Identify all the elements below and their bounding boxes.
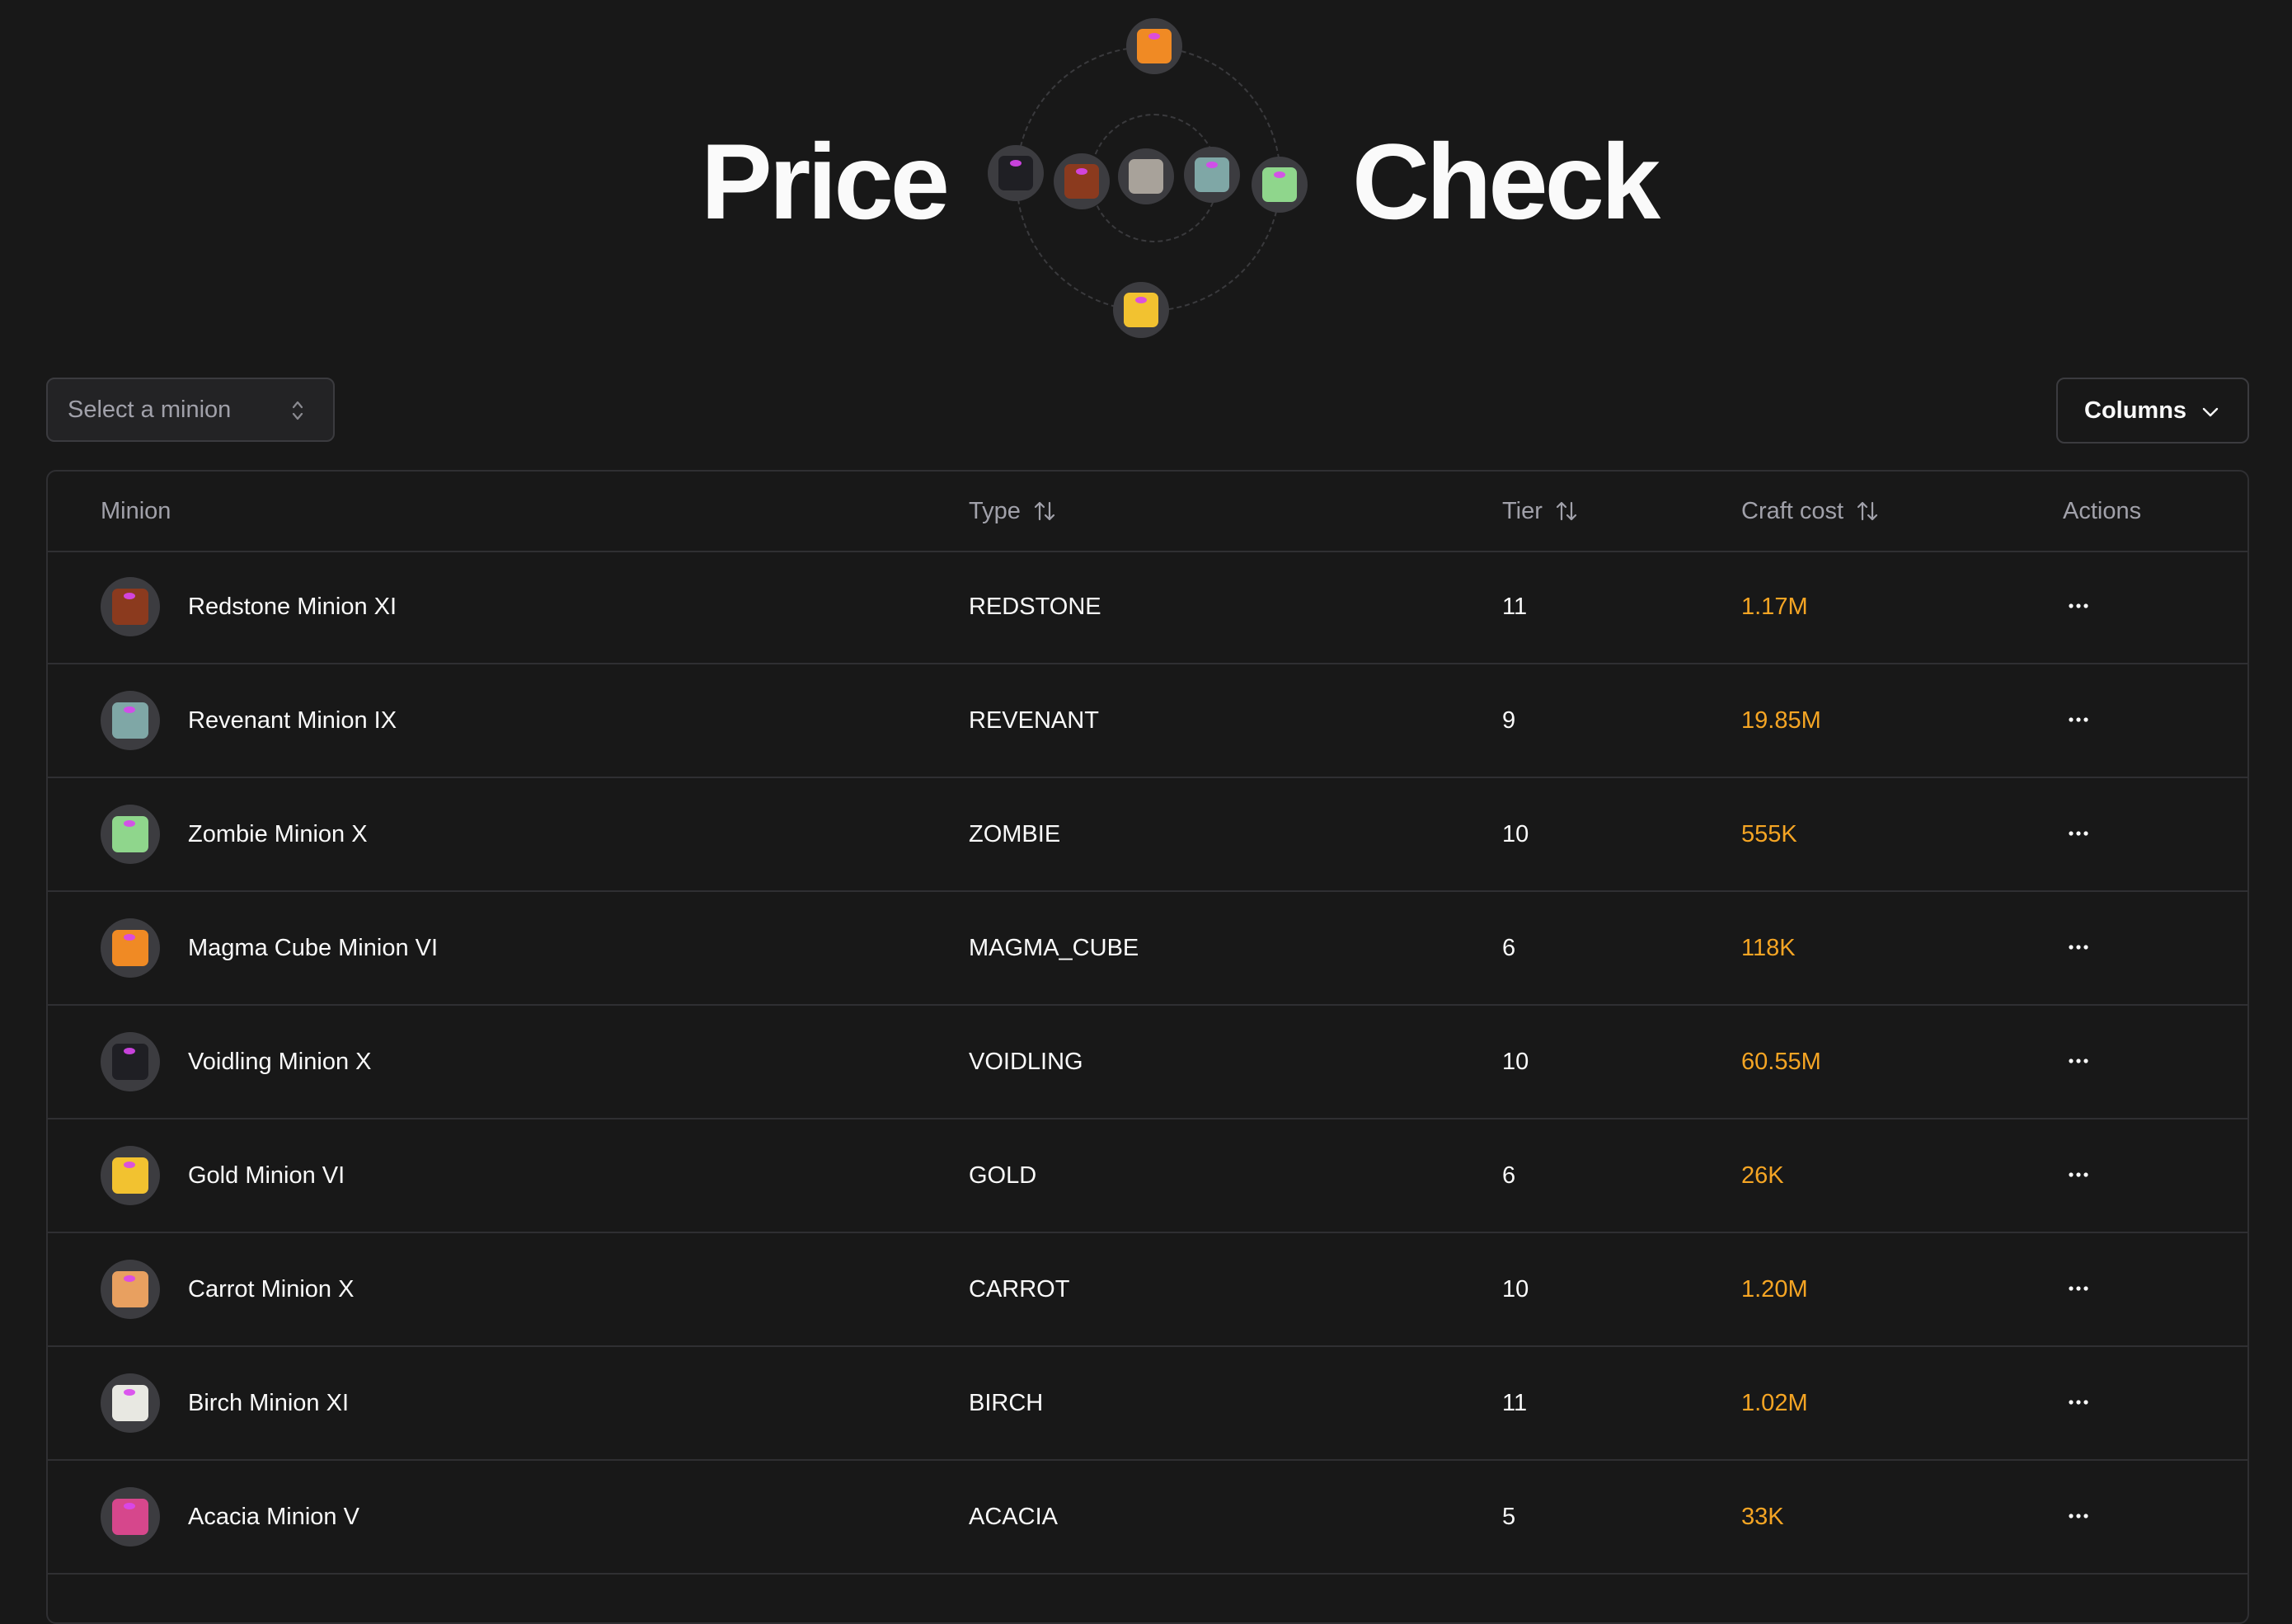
table-row[interactable]: Voidling Minion X VOIDLING 10 60.55M <box>48 1006 2247 1119</box>
hero-header: Price Check <box>0 0 2292 354</box>
minion-select[interactable]: Select a minion <box>46 378 335 442</box>
table-row[interactable]: Birch Minion XI BIRCH 11 1.02M <box>48 1347 2247 1461</box>
carrot-minion-icon <box>101 1260 160 1319</box>
craft-cost: 19.85M <box>1741 706 1821 734</box>
column-header-minion: Minion <box>101 472 171 551</box>
chevron-down-icon <box>2202 407 2219 417</box>
table-header: Minion Type Tier Craft cost Actions <box>48 472 2247 552</box>
table-row[interactable]: Carrot Minion X CARROT 10 1.20M <box>48 1233 2247 1347</box>
column-header-minion-label: Minion <box>101 497 171 524</box>
acacia-minion-icon <box>101 1487 160 1547</box>
minion-name: Revenant Minion IX <box>188 706 397 734</box>
magma-cube-minion-icon <box>101 918 160 978</box>
minion-tier: 10 <box>1502 820 1529 847</box>
minion-tier: 11 <box>1502 593 1528 620</box>
sort-icon[interactable] <box>1855 499 1880 523</box>
table-row[interactable]: Revenant Minion IX REVENANT 9 19.85M <box>48 664 2247 778</box>
table-row[interactable]: Gold Minion VI GOLD 6 26K <box>48 1119 2247 1233</box>
minion-tier: 10 <box>1502 1275 1529 1302</box>
minion-type: VOIDLING <box>969 1048 1083 1075</box>
minion-name: Acacia Minion V <box>188 1503 359 1530</box>
more-actions-icon[interactable] <box>2068 711 2089 729</box>
zombie-minion-icon <box>101 805 160 864</box>
minion-name: Carrot Minion X <box>188 1275 355 1302</box>
chevrons-up-down-icon <box>292 401 303 420</box>
minion-tier: 6 <box>1502 934 1516 961</box>
minion-name: Voidling Minion X <box>188 1048 372 1075</box>
minion-table: Minion Type Tier Craft cost Actions Reds… <box>46 470 2249 1624</box>
more-actions-icon[interactable] <box>2068 597 2089 615</box>
hero-title-check: Check <box>1352 121 1660 242</box>
more-actions-icon[interactable] <box>2068 938 2089 956</box>
minion-name: Magma Cube Minion VI <box>188 934 439 961</box>
minion-name: Redstone Minion XI <box>188 593 397 620</box>
minion-type: REVENANT <box>969 706 1099 734</box>
more-actions-icon[interactable] <box>2068 824 2089 843</box>
column-header-type-label: Type <box>969 497 1021 524</box>
minion-select-placeholder: Select a minion <box>68 396 232 423</box>
table-row[interactable]: Acacia Minion V ACACIA 5 33K <box>48 1461 2247 1575</box>
voidling-minion-icon <box>101 1032 160 1091</box>
craft-cost: 26K <box>1741 1162 1784 1189</box>
table-row[interactable]: Magma Cube Minion VI MAGMA_CUBE 6 118K <box>48 892 2247 1006</box>
column-header-actions: Actions <box>2063 472 2141 551</box>
minion-name: Birch Minion XI <box>188 1389 350 1416</box>
minion-name: Zombie Minion X <box>188 820 368 847</box>
minion-tier: 6 <box>1502 1162 1516 1189</box>
craft-cost: 1.20M <box>1741 1275 1808 1302</box>
more-actions-icon[interactable] <box>2068 1507 2089 1525</box>
magma-cube-minion-icon <box>1126 18 1182 74</box>
minion-tier: 11 <box>1502 1389 1528 1416</box>
craft-cost: 33K <box>1741 1503 1784 1530</box>
table-row[interactable]: Zombie Minion X ZOMBIE 10 555K <box>48 778 2247 892</box>
minion-type: MAGMA_CUBE <box>969 934 1139 961</box>
minion-tier: 10 <box>1502 1048 1529 1075</box>
revenant-minion-icon <box>101 691 160 750</box>
minion-name: Gold Minion VI <box>188 1162 345 1189</box>
column-header-tier-label: Tier <box>1502 497 1543 524</box>
minion-type: CARROT <box>969 1275 1070 1302</box>
birch-minion-icon <box>101 1373 160 1433</box>
minion-type: ZOMBIE <box>969 820 1061 847</box>
more-actions-icon[interactable] <box>2068 1166 2089 1184</box>
redstone-minion-icon <box>101 577 160 636</box>
column-header-tier[interactable]: Tier <box>1502 472 1579 551</box>
table-row[interactable]: Redstone Minion XI REDSTONE 11 1.17M <box>48 551 2247 664</box>
minion-tier: 9 <box>1502 706 1516 734</box>
minion-type: GOLD <box>969 1162 1037 1189</box>
zombie-minion-icon <box>1252 157 1308 213</box>
column-header-craft-cost-label: Craft cost <box>1741 497 1844 524</box>
minion-type: ACACIA <box>969 1503 1058 1530</box>
gold-minion-icon <box>1113 282 1169 338</box>
minion-type: BIRCH <box>969 1389 1044 1416</box>
column-header-craft-cost[interactable]: Craft cost <box>1741 472 1880 551</box>
more-actions-icon[interactable] <box>2068 1393 2089 1411</box>
redstone-minion-icon <box>1054 153 1110 209</box>
gold-minion-icon <box>101 1146 160 1205</box>
revenant-minion-icon <box>1184 147 1240 203</box>
sort-icon[interactable] <box>1032 499 1057 523</box>
column-header-actions-label: Actions <box>2063 497 2142 524</box>
craft-cost: 118K <box>1741 934 1796 961</box>
craft-cost: 1.02M <box>1741 1389 1808 1416</box>
more-actions-icon[interactable] <box>2068 1279 2089 1298</box>
voidling-minion-icon <box>988 145 1044 201</box>
craft-cost: 1.17M <box>1741 593 1808 620</box>
minion-type: REDSTONE <box>969 593 1101 620</box>
minion-tier: 5 <box>1502 1503 1516 1530</box>
columns-button[interactable]: Columns <box>2056 378 2249 444</box>
column-header-type[interactable]: Type <box>969 472 1057 551</box>
columns-button-label: Columns <box>2084 397 2187 424</box>
stone-minion-icon <box>1118 148 1174 204</box>
sort-icon[interactable] <box>1554 499 1579 523</box>
craft-cost: 60.55M <box>1741 1048 1821 1075</box>
craft-cost: 555K <box>1741 820 1797 847</box>
hero-title-price: Price <box>701 121 950 242</box>
more-actions-icon[interactable] <box>2068 1052 2089 1070</box>
